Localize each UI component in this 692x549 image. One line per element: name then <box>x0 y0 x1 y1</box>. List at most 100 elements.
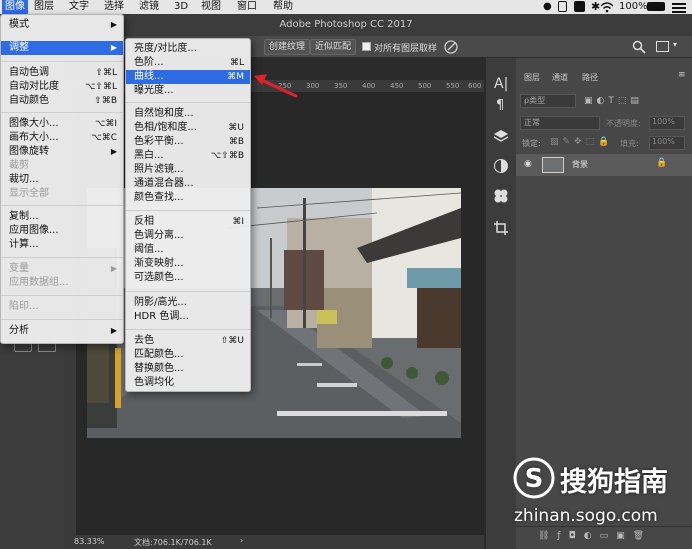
adjustments-icon[interactable] <box>493 158 509 174</box>
create-texture-button[interactable]: 创建纹理 <box>264 39 311 55</box>
document-size: 文档:706.1K/706.1K <box>134 538 212 547</box>
character-icon[interactable]: A| <box>494 76 508 92</box>
blend-mode-select[interactable]: 正常 <box>520 116 600 130</box>
menu-item-trim[interactable]: 裁切... <box>1 173 123 187</box>
red-arrow-annotation <box>254 74 298 98</box>
watermark-url: zhinan.sogo.com <box>514 506 658 526</box>
sogou-watermark: S 搜狗指南 zhinan.sogo.com <box>512 456 682 530</box>
menu-item-apply-image[interactable]: 应用图像... <box>1 224 123 238</box>
menu-window[interactable]: 窗口 <box>234 0 260 14</box>
menu-help[interactable]: 帮助 <box>270 0 296 14</box>
menu-type[interactable]: 文字 <box>66 0 92 14</box>
layer-row[interactable]: ◉ 背景 🔒 <box>516 154 692 176</box>
lock-icons[interactable]: ▨✎✥⬚🔒 <box>550 137 613 147</box>
menu-view[interactable]: 视图 <box>198 0 224 14</box>
menu-item-invert[interactable]: 反相 ⌘I <box>126 215 250 229</box>
swatches-icon[interactable] <box>493 188 509 204</box>
menu-extras-icon[interactable] <box>672 1 686 13</box>
menu-item-adjustments[interactable]: 调整 ▶ <box>1 41 123 55</box>
battery-icon <box>647 2 665 11</box>
status-arrow-icon[interactable]: › <box>240 536 243 545</box>
opacity-input[interactable]: 100% <box>649 116 685 130</box>
proximity-match-button[interactable]: 近似匹配 <box>310 39 357 55</box>
opacity-label: 不透明度: <box>606 119 641 128</box>
menu-item-mode[interactable]: 模式 ▶ <box>1 18 123 32</box>
menu-item-color-lookup[interactable]: 颜色查找... <box>126 191 250 205</box>
menu-item-threshold[interactable]: 阈值... <box>126 243 250 257</box>
menu-item-curves[interactable]: 曲线... ⌘M <box>126 70 250 84</box>
fill-input[interactable]: 100% <box>649 136 685 150</box>
svg-text:S: S <box>525 464 544 494</box>
layer-action-icons[interactable]: ⛓ƒ◘◐▭▣🗑 <box>538 531 652 541</box>
image-menu: 模式 ▶ 调整 ▶ 自动色调 ⇧⌘L 自动对比度 ⌥⇧⌘L 自动颜色 ⇧⌘B 图像大小..… <box>0 14 124 344</box>
menu-item-trap: 陷印... <box>9 301 39 312</box>
menu-item-vibrance[interactable]: 自然饱和度... <box>126 107 250 121</box>
menu-item-calculations[interactable]: 计算... <box>1 238 123 252</box>
menu-item-desaturate[interactable]: 去色 ⇧⌘U <box>126 334 250 348</box>
ruler-tick: 450 <box>390 82 404 90</box>
menu-item-gradient-map[interactable]: 渐变映射... <box>126 257 250 271</box>
menu-item-image-rotation[interactable]: 图像旋转 ▶ <box>1 145 123 159</box>
menu-item-brightness-contrast[interactable]: 亮度/对比度... <box>126 42 250 56</box>
search-icon[interactable] <box>632 40 646 54</box>
paragraph-icon[interactable]: ¶ <box>496 98 504 113</box>
pressure-icon[interactable] <box>443 39 459 55</box>
layer-kind-filter[interactable]: ρ类型 <box>520 94 576 108</box>
menu-layer[interactable]: 图层 <box>31 0 57 14</box>
menu-item-color-balance[interactable]: 色彩平衡... ⌘B <box>126 135 250 149</box>
menu-item-black-white[interactable]: 黑白... ⌥⇧⌘B <box>126 149 250 163</box>
menu-item-duplicate[interactable]: 复制... <box>1 210 123 224</box>
menu-item-crop: 裁剪 <box>9 160 29 171</box>
crop-icon[interactable] <box>493 220 509 236</box>
adjustments-submenu: 亮度/对比度... 色阶... ⌘L 曲线... ⌘M 曝光度... 自然饱和度..… <box>125 38 251 392</box>
menu-item-replace-color[interactable]: 替换颜色... <box>126 362 250 376</box>
menu-item-hdr-toning[interactable]: HDR 色调... <box>126 310 250 324</box>
layer-thumbnail <box>542 157 564 173</box>
workspace-icon[interactable] <box>656 41 669 52</box>
fill-label: 填充: <box>620 139 639 148</box>
menu-item-canvas-size[interactable]: 画布大小... ⌥⌘C <box>1 131 123 145</box>
wifi-icon[interactable] <box>600 1 614 13</box>
bluetooth-icon[interactable]: ✱ <box>591 0 600 13</box>
filter-icons[interactable]: ▣◐T⬚▤ <box>584 96 643 106</box>
zoom-level[interactable]: 83.33% <box>74 537 105 546</box>
menu-item-channel-mixer[interactable]: 通道混合器... <box>126 177 250 191</box>
menu-item-auto-contrast[interactable]: 自动对比度 ⌥⇧⌘L <box>1 80 123 94</box>
ruler-tick: 600 <box>468 82 482 90</box>
layer-lock-icon: 🔒 <box>656 158 668 168</box>
menu-item-shadows-highlights[interactable]: 阴影/高光... <box>126 296 250 310</box>
menu-item-selective-color[interactable]: 可选颜色... <box>126 271 250 285</box>
menu-item-match-color[interactable]: 匹配颜色... <box>126 348 250 362</box>
menu-item-image-size[interactable]: 图像大小... ⌥⌘I <box>1 117 123 131</box>
sogou-logo-icon: S <box>513 457 555 499</box>
menu-select[interactable]: 选择 <box>101 0 127 14</box>
menu-item-auto-tone[interactable]: 自动色调 ⇧⌘L <box>1 66 123 80</box>
layer-name[interactable]: 背景 <box>572 159 588 170</box>
ruler-tick: 400 <box>362 82 376 90</box>
menu-item-auto-color[interactable]: 自动颜色 ⇧⌘B <box>1 94 123 108</box>
menu-item-equalize[interactable]: 色调均化 <box>126 376 250 390</box>
visibility-eye-icon[interactable]: ◉ <box>524 159 532 169</box>
sample-all-checkbox[interactable] <box>362 42 371 51</box>
panel-menu-icon[interactable]: ≡ <box>678 70 686 80</box>
tab-channels[interactable]: 通道 <box>552 72 568 83</box>
menu-item-reveal-all: 显示全部 <box>9 188 49 199</box>
menu-filter[interactable]: 滤镜 <box>136 0 162 14</box>
menu-item-exposure[interactable]: 曝光度... <box>126 84 250 98</box>
menu-item-levels[interactable]: 色阶... ⌘L <box>126 56 250 70</box>
menu-item-photo-filter[interactable]: 照片滤镜... <box>126 163 250 177</box>
menu-3d[interactable]: 3D <box>171 0 191 14</box>
menu-item-posterize[interactable]: 色调分离... <box>126 229 250 243</box>
tab-layers[interactable]: 图层 <box>524 72 540 83</box>
menu-image[interactable]: 图像 <box>2 0 28 14</box>
ruler-tick: 550 <box>446 82 460 90</box>
app-icon <box>574 1 585 12</box>
menu-item-analysis[interactable]: 分析 ▶ <box>1 324 123 338</box>
status-bar: 83.33% 文档:706.1K/706.1K › <box>64 535 484 549</box>
watermark-brand: 搜狗指南 <box>560 467 668 498</box>
mobile-icon <box>558 1 567 12</box>
layers-icon[interactable] <box>493 128 509 144</box>
chevron-down-icon[interactable]: ▾ <box>673 40 677 49</box>
menu-item-hue-saturation[interactable]: 色相/饱和度... ⌘U <box>126 121 250 135</box>
tab-paths[interactable]: 路径 <box>582 72 598 83</box>
